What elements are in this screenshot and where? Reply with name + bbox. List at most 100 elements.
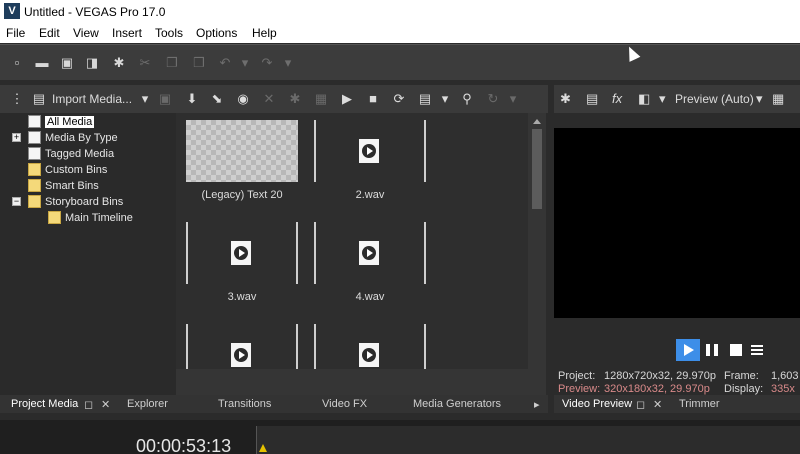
close-tab-icon[interactable]: ✕ [101, 398, 110, 411]
menu-help[interactable]: Help [252, 26, 277, 40]
video-output-fx-icon[interactable]: fx [612, 92, 622, 106]
tree-item-main-timeline[interactable]: Main Timeline [48, 210, 133, 225]
new-file-icon[interactable]: ▫ [10, 56, 24, 70]
scroll-up-arrow-icon[interactable] [533, 119, 541, 124]
tree-item-tagged-media[interactable]: Tagged Media [28, 146, 114, 161]
import-media-icon[interactable]: ▤ [32, 92, 46, 106]
tree-item-media-by-type[interactable]: Media By Type [28, 130, 118, 145]
tab-explorer[interactable]: Explorer [127, 398, 168, 410]
folder-icon [28, 179, 41, 192]
close-tab-icon[interactable]: ✕ [653, 398, 662, 411]
stop-icon[interactable]: ■ [366, 92, 380, 106]
views-dropdown-icon[interactable]: ▾ [438, 92, 452, 106]
search-icon[interactable]: ⚲ [460, 92, 474, 106]
tab-trimmer[interactable]: Trimmer [679, 398, 720, 410]
display-value: 335x [771, 383, 795, 395]
views-icon[interactable]: ▤ [418, 92, 432, 106]
tabs-scroll-right-icon[interactable]: ▸ [534, 398, 540, 411]
project-media-toolbar: ⋮ ▤ Import Media... ▾ ▣ ⬇ ⬊ ◉ ✕ ✱ ▦ ▶ ■ … [0, 85, 548, 113]
save-icon[interactable]: ▣ [60, 56, 74, 70]
loop-marker-icon[interactable] [259, 444, 267, 452]
media-bins-tree: All Media + Media By Type Tagged Media C… [0, 113, 176, 395]
refresh-dropdown-icon[interactable]: ▾ [506, 92, 520, 106]
menu-edit[interactable]: Edit [39, 26, 60, 40]
vegas-app-icon: V [4, 3, 20, 19]
video-preview-toolbar: ✱ ▤ fx ◧ ▾ Preview (Auto) ▾ ▦ [554, 85, 800, 113]
undock-icon[interactable]: ◻ [84, 398, 93, 411]
media-item-label: 4.wav [355, 291, 385, 303]
render-icon[interactable]: ◨ [85, 56, 99, 70]
quality-dropdown-icon[interactable]: ▾ [756, 92, 763, 106]
menu-insert[interactable]: Insert [112, 26, 142, 40]
expand-icon[interactable]: + [12, 133, 21, 142]
preview-info: Project: 1280x720x32, 29.970p Frame: 1,6… [554, 368, 800, 396]
preview-settings-gear-icon[interactable]: ✱ [560, 92, 571, 106]
pause-button[interactable] [706, 344, 718, 356]
timeline-ruler[interactable] [256, 426, 800, 454]
capture-icon[interactable]: ▣ [158, 92, 172, 106]
timecode-display: 00:00:53:13 [136, 436, 232, 454]
media-vertical-scrollbar[interactable] [528, 113, 546, 369]
play-icon[interactable]: ▶ [340, 92, 354, 106]
tree-item-smart-bins[interactable]: Smart Bins [28, 178, 99, 193]
media-properties-icon[interactable]: ◉ [236, 92, 250, 106]
tab-transitions[interactable]: Transitions [218, 398, 271, 410]
split-dropdown-icon[interactable]: ▾ [659, 92, 666, 106]
menu-options[interactable]: Options [196, 26, 237, 40]
stop-button[interactable] [730, 344, 742, 356]
tab-video-preview[interactable]: Video Preview [562, 398, 632, 410]
scrollbar-thumb[interactable] [532, 129, 542, 209]
cut-icon[interactable]: ✂ [138, 56, 152, 70]
paste-icon[interactable]: ❒ [192, 56, 206, 70]
tab-project-media[interactable]: Project Media [11, 398, 78, 410]
get-media-icon[interactable]: ⬇ [185, 92, 199, 106]
bin-icon [28, 115, 41, 128]
undo-dropdown-icon[interactable]: ▾ [238, 56, 252, 70]
preview-menu-icon[interactable] [751, 345, 763, 347]
import-dropdown-icon[interactable]: ▾ [138, 92, 152, 106]
auto-preview-icon[interactable]: ⟳ [392, 92, 406, 106]
settings-gear-icon[interactable]: ✱ [112, 56, 126, 70]
tree-label: Smart Bins [45, 179, 99, 192]
menu-tools[interactable]: Tools [155, 26, 183, 40]
bin-icon [28, 131, 41, 144]
menu-file[interactable]: File [6, 26, 25, 40]
left-dock-tabs: Project Media ◻ ✕ Explorer Transitions V… [0, 395, 548, 413]
remove-unused-icon[interactable]: ⬊ [210, 92, 224, 106]
tree-label: All Media [45, 115, 95, 128]
audio-file-icon [359, 139, 379, 163]
media-horizontal-scrollbar[interactable] [176, 369, 546, 395]
tree-item-all-media[interactable]: All Media [28, 114, 95, 129]
title-bar: V Untitled - VEGAS Pro 17.0 [0, 0, 800, 24]
undo-icon[interactable]: ↶ [218, 56, 232, 70]
redo-icon[interactable]: ↷ [260, 56, 274, 70]
split-screen-icon[interactable]: ◧ [638, 92, 650, 106]
proxy-icon[interactable]: ▦ [314, 92, 328, 106]
refresh-icon[interactable]: ↻ [486, 92, 500, 106]
project-label: Project: [558, 370, 596, 382]
tab-media-generators[interactable]: Media Generators [413, 398, 501, 410]
open-folder-icon[interactable]: ▬ [35, 56, 49, 70]
media-fx-icon[interactable]: ✱ [288, 92, 302, 106]
copy-icon[interactable]: ❐ [165, 56, 179, 70]
audio-file-icon [231, 241, 251, 265]
video-preview-screen [554, 128, 800, 318]
audio-file-icon [231, 343, 251, 367]
delete-icon[interactable]: ✕ [262, 92, 276, 106]
grip-icon: ⋮ [10, 91, 24, 106]
collapse-icon[interactable]: − [12, 197, 21, 206]
frame-value: 1,603 [771, 370, 799, 382]
overlays-grid-icon[interactable]: ▦ [772, 92, 784, 106]
play-button[interactable] [676, 339, 700, 361]
tree-item-storyboard-bins[interactable]: Storyboard Bins [28, 194, 123, 209]
menu-view[interactable]: View [73, 26, 99, 40]
tab-video-fx[interactable]: Video FX [322, 398, 367, 410]
preview-transport [554, 336, 800, 366]
tree-item-custom-bins[interactable]: Custom Bins [28, 162, 107, 177]
import-media-button[interactable]: Import Media... [52, 92, 132, 106]
redo-dropdown-icon[interactable]: ▾ [281, 56, 295, 70]
main-toolbar: ▫ ▬ ▣ ◨ ✱ ✂ ❐ ❒ ↶ ▾ ↷ ▾ [0, 44, 800, 80]
project-properties-icon[interactable]: ▤ [586, 92, 598, 106]
undock-icon[interactable]: ◻ [636, 398, 645, 411]
preview-quality-dropdown[interactable]: Preview (Auto) [675, 92, 754, 106]
